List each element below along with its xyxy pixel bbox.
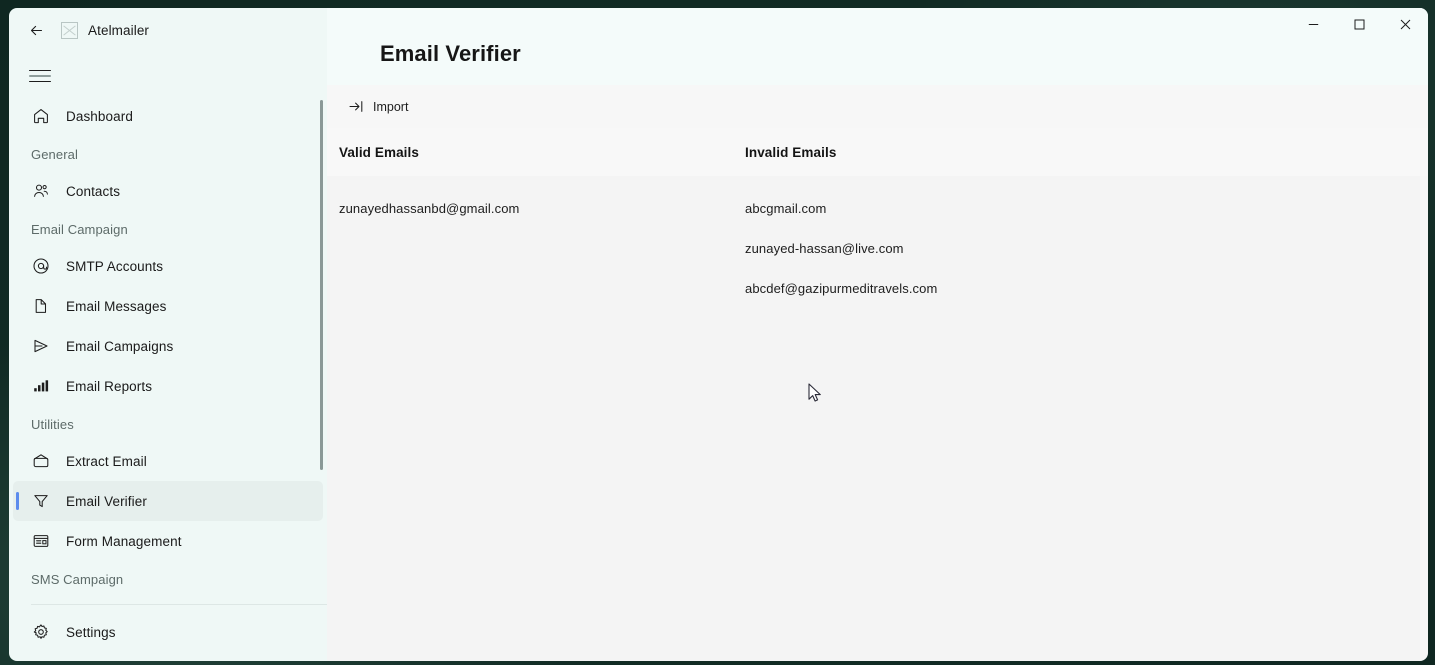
hamburger-line xyxy=(29,69,51,72)
gear-icon xyxy=(31,623,50,642)
hamburger-line xyxy=(29,75,51,77)
main-panel: Email Verifier Import Valid Emails Inval… xyxy=(327,8,1428,661)
cell-valid-email: zunayedhassanbd@gmail.com xyxy=(339,200,520,216)
sidebar-header: Atelmailer xyxy=(9,8,327,52)
application-window: Atelmailer Dashboard General Contacts Em… xyxy=(9,8,1428,661)
table-body: zunayedhassanbd@gmail.com abcgmail.com z… xyxy=(327,176,1420,661)
table-header-row: Valid Emails Invalid Emails xyxy=(327,128,1428,176)
sidebar-item-email-messages[interactable]: Email Messages xyxy=(13,286,323,326)
cell-invalid-email: abcgmail.com xyxy=(745,200,827,216)
bar-chart-icon xyxy=(31,377,50,396)
sidebar-item-label: Form Management xyxy=(66,533,182,549)
table-row[interactable]: zunayedhassanbd@gmail.com abcgmail.com xyxy=(327,188,1420,228)
sidebar-section-email-campaign: Email Campaign xyxy=(31,222,128,237)
cell-invalid-email: abcdef@gazipurmeditravels.com xyxy=(745,280,938,296)
toolbar: Import xyxy=(327,85,1428,128)
document-icon xyxy=(31,297,50,316)
close-icon xyxy=(1400,19,1410,29)
column-header-invalid-emails[interactable]: Invalid Emails xyxy=(745,145,1428,160)
title-bar: Email Verifier xyxy=(327,8,1428,85)
import-button-label: Import xyxy=(373,99,409,114)
envelope-icon xyxy=(31,452,50,471)
import-arrow-icon xyxy=(349,101,363,112)
page-title: Email Verifier xyxy=(380,41,521,66)
sidebar-item-email-reports[interactable]: Email Reports xyxy=(13,366,323,406)
sidebar-item-label: Email Campaigns xyxy=(66,338,174,354)
sidebar: Atelmailer Dashboard General Contacts Em… xyxy=(9,8,327,661)
minimize-icon xyxy=(1308,23,1318,25)
sidebar-item-label: Extract Email xyxy=(66,453,147,469)
table-row[interactable]: zunayed-hassan@live.com xyxy=(327,228,1420,268)
sidebar-scrollbar[interactable] xyxy=(320,100,323,470)
sidebar-item-extract-email[interactable]: Extract Email xyxy=(13,441,323,481)
minimize-button[interactable] xyxy=(1290,8,1336,40)
sidebar-item-form-management[interactable]: Form Management xyxy=(13,521,323,561)
hamburger-menu-icon[interactable] xyxy=(25,62,55,90)
send-icon xyxy=(31,337,50,356)
window-controls xyxy=(1290,8,1428,40)
sidebar-footer: Settings xyxy=(9,605,327,652)
sidebar-item-label: Email Messages xyxy=(66,298,167,314)
back-arrow-icon xyxy=(30,25,42,35)
sidebar-item-label: Email Verifier xyxy=(66,493,147,509)
hamburger-line xyxy=(29,80,51,83)
maximize-button[interactable] xyxy=(1336,8,1382,40)
sidebar-item-label: Email Reports xyxy=(66,378,153,394)
maximize-icon xyxy=(1354,19,1364,29)
broken-image-icon xyxy=(61,21,78,39)
sidebar-nav-scroll: Dashboard General Contacts Email Campaig… xyxy=(9,96,327,604)
sidebar-item-contacts[interactable]: Contacts xyxy=(13,171,323,211)
at-sign-icon xyxy=(31,257,50,276)
people-icon xyxy=(31,182,50,201)
import-button[interactable]: Import xyxy=(341,92,416,122)
sidebar-item-smtp-accounts[interactable]: SMTP Accounts xyxy=(13,246,323,286)
sidebar-item-label: Settings xyxy=(66,624,116,640)
column-header-valid-emails[interactable]: Valid Emails xyxy=(339,145,745,160)
table-row[interactable]: abcdef@gazipurmeditravels.com xyxy=(327,268,1420,308)
sidebar-item-email-verifier[interactable]: Email Verifier xyxy=(13,481,323,521)
sidebar-section-utilities: Utilities xyxy=(31,417,74,432)
back-button[interactable] xyxy=(21,15,51,45)
form-layout-icon xyxy=(31,532,50,551)
close-button[interactable] xyxy=(1382,8,1428,40)
sidebar-item-label: Contacts xyxy=(66,183,121,199)
sidebar-item-dashboard[interactable]: Dashboard xyxy=(13,96,323,136)
app-title: Atelmailer xyxy=(88,22,150,38)
home-icon xyxy=(31,107,50,126)
sidebar-item-label: SMTP Accounts xyxy=(66,258,164,274)
sidebar-item-settings[interactable]: Settings xyxy=(13,612,323,652)
sidebar-item-label: Dashboard xyxy=(66,108,133,124)
sidebar-section-sms-campaign: SMS Campaign xyxy=(31,572,124,587)
sidebar-section-general: General xyxy=(31,147,78,162)
sidebar-item-email-campaigns[interactable]: Email Campaigns xyxy=(13,326,323,366)
cell-invalid-email: zunayed-hassan@live.com xyxy=(745,240,904,256)
funnel-filter-icon xyxy=(31,492,50,511)
